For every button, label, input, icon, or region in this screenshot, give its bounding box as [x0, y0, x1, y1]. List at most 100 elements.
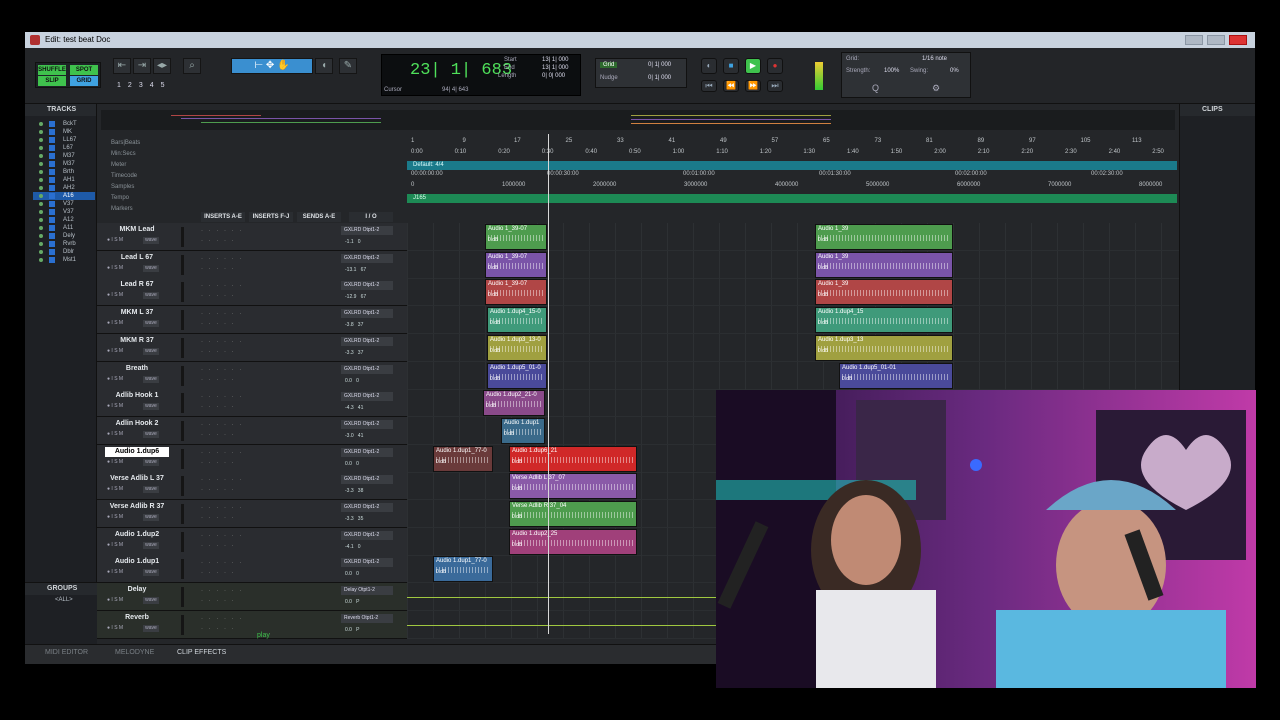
track-view-select[interactable]: wave	[143, 237, 159, 244]
track-view-select[interactable]: wave	[143, 569, 159, 577]
track-header[interactable]: Reverb ● I S M wave · · · · · · · · · · · Re…	[97, 610, 407, 639]
track-list-item[interactable]: MK	[33, 128, 95, 136]
track-output[interactable]: Otpt1-2	[363, 338, 380, 344]
track-view-select[interactable]: wave	[143, 597, 159, 605]
online-icon[interactable]: ◐	[701, 58, 717, 74]
audio-clip[interactable]: Audio 1_39 0 dB	[815, 279, 953, 306]
track-io[interactable]: GXLRD Otpt1-2	[341, 558, 393, 568]
audio-clip[interactable]: Audio 1.dup4_15-0 0 dB	[487, 307, 547, 334]
track-pan[interactable]: 41	[358, 433, 364, 439]
track-record-solo-mute[interactable]: ● I S M	[107, 486, 123, 492]
track-vol-pan[interactable]: 0.0 P	[341, 598, 393, 606]
track-io[interactable]: GXLRD Otpt1-2	[341, 336, 393, 346]
mode-slip[interactable]: SLIP	[38, 76, 66, 86]
track-pan[interactable]: 37	[358, 350, 364, 356]
track-view-select[interactable]: wave	[143, 514, 159, 521]
track-name[interactable]: Reverb	[105, 613, 169, 623]
track-insert-slots[interactable]: · · · · · · · · · · ·	[201, 503, 245, 523]
track-vol-pan[interactable]: -3.3 38	[341, 487, 393, 495]
track-vol-pan[interactable]: -4.3 41	[341, 404, 393, 412]
track-vol-pan[interactable]: -12.9 67	[341, 293, 393, 301]
track-volume[interactable]: 0.0	[345, 571, 352, 577]
audio-clip[interactable]: Audio 1.dup3_13-0 0 dB	[487, 334, 547, 361]
track-list-item[interactable]: V37	[33, 200, 95, 208]
track-input[interactable]: GXLRD	[344, 310, 361, 316]
track-header[interactable]: MKM R 37 ● I S M wave · · · · · · · · · · ·…	[97, 333, 407, 362]
track-header[interactable]: Breath ● I S M wave · · · · · · · · · · · GX…	[97, 361, 407, 390]
track-io[interactable]: GXLRD Otpt1-2	[341, 364, 393, 374]
track-active-icon[interactable]	[39, 242, 43, 246]
tempo-ruler-bar[interactable]: J165	[407, 194, 1177, 203]
track-volume[interactable]: 0.0	[345, 378, 352, 384]
track-output[interactable]: Otpt1-2	[363, 559, 380, 565]
track-input[interactable]: Reverb	[344, 615, 360, 621]
track-active-icon[interactable]	[39, 122, 43, 126]
audio-clip[interactable]: Audio 1_39 0 dB	[815, 251, 953, 278]
audio-clip[interactable]: Audio 1_39-07 0 dB	[485, 279, 547, 306]
track-pan[interactable]: 41	[358, 405, 364, 411]
rewind-icon[interactable]: ⏪	[723, 80, 739, 92]
play-icon[interactable]: ▶	[745, 58, 761, 74]
track-active-icon[interactable]	[39, 210, 43, 214]
fast-forward-icon[interactable]: ⏩	[745, 80, 761, 92]
track-vol-pan[interactable]: 0.0 P	[341, 626, 393, 634]
track-active-icon[interactable]	[39, 186, 43, 190]
track-volume[interactable]: -4.3	[345, 405, 354, 411]
track-volume[interactable]: -13.1	[345, 267, 356, 273]
track-record-solo-mute[interactable]: ● I S M	[107, 292, 123, 298]
track-volume[interactable]: -3.8	[345, 322, 354, 328]
track-header[interactable]: Adlib Hook 1 ● I S M wave · · · · · · · · ·…	[97, 389, 407, 418]
track-io[interactable]: GXLRD Otpt1-2	[341, 503, 393, 512]
track-input[interactable]: GXLRD	[344, 282, 361, 288]
track-insert-slots[interactable]: · · · · · · · · · · ·	[201, 558, 245, 578]
track-list-item[interactable]: BckT	[33, 120, 95, 128]
audio-clip[interactable]: Verse Adlib R 37_04 0 dB	[509, 501, 637, 527]
track-list-item[interactable]: M37	[33, 152, 95, 160]
zoom-presets[interactable]: 12345	[117, 82, 172, 89]
track-insert-slots[interactable]: · · · · · · · · · · ·	[201, 281, 245, 301]
track-view-select[interactable]: wave	[143, 486, 159, 494]
track-pan[interactable]: 37	[358, 322, 364, 328]
track-pan[interactable]: 35	[358, 516, 364, 522]
track-insert-slots[interactable]: · · · · · · · · · · ·	[201, 614, 245, 634]
track-input[interactable]: GXLRD	[344, 393, 361, 399]
track-name[interactable]: Adlib Hook 1	[105, 391, 169, 401]
track-name[interactable]: Audio 1.dup1	[105, 557, 169, 567]
track-volume[interactable]: -1.1	[345, 239, 354, 245]
track-list-item[interactable]: LL67	[33, 136, 95, 144]
group-all[interactable]: <ALL>	[55, 597, 73, 603]
track-list-item[interactable]: AH1	[33, 176, 95, 184]
track-insert-slots[interactable]: · · · · · · · · · · ·	[201, 420, 245, 440]
track-io[interactable]: GXLRD Otpt1-2	[341, 281, 393, 291]
track-list-item[interactable]: A11	[33, 224, 95, 232]
track-output[interactable]: Otpt1-2	[363, 504, 380, 510]
track-pan[interactable]: 0	[356, 461, 359, 467]
grid-note-select[interactable]: 1/16 note	[922, 56, 947, 62]
zoom-out-icon[interactable]: ⇤	[113, 58, 131, 74]
mode-grid[interactable]: GRID	[70, 76, 98, 86]
track-insert-slots[interactable]: · · · · · · · · · · ·	[201, 309, 245, 329]
zoomer-tool-icon[interactable]: ⌕	[183, 58, 201, 74]
track-name[interactable]: Audio 1.dup6	[105, 446, 169, 457]
track-io[interactable]: GXLRD Otpt1-2	[341, 226, 393, 235]
track-io[interactable]: GXLRD Otpt1-2	[341, 253, 393, 263]
end-value[interactable]: 13| 1| 000	[542, 65, 568, 71]
track-name[interactable]: Verse Adlib R 37	[105, 502, 169, 512]
track-view-select[interactable]: wave	[143, 458, 159, 466]
ruler-3[interactable]: Timecode	[97, 171, 1179, 182]
track-output[interactable]: Otpt1-2	[358, 587, 375, 593]
track-vol-pan[interactable]: -4.1 0	[341, 543, 393, 551]
track-active-icon[interactable]	[39, 130, 43, 134]
track-header[interactable]: MKM L 37 ● I S M wave · · · · · · · · · · ·…	[97, 306, 407, 335]
track-list-item[interactable]: V37	[33, 208, 95, 216]
track-record-solo-mute[interactable]: ● I S M	[107, 403, 123, 409]
track-list-item[interactable]: A16	[33, 192, 95, 200]
track-view-select[interactable]: wave	[143, 320, 159, 328]
track-io[interactable]: GXLRD Otpt1-2	[341, 530, 393, 540]
track-name[interactable]: Lead R 67	[105, 280, 169, 290]
track-volume[interactable]: -3.0	[345, 433, 354, 439]
audio-clip[interactable]: Audio 1.dup2_21-0 0 dB	[483, 390, 545, 417]
audio-clip[interactable]: Audio 1.dup5_01-0 0 dB	[487, 362, 547, 389]
track-vol-pan[interactable]: -13.1 67	[341, 266, 393, 274]
track-header[interactable]: Audio 1.dup6 ● I S M wave · · · · · · · · ·…	[97, 444, 407, 473]
